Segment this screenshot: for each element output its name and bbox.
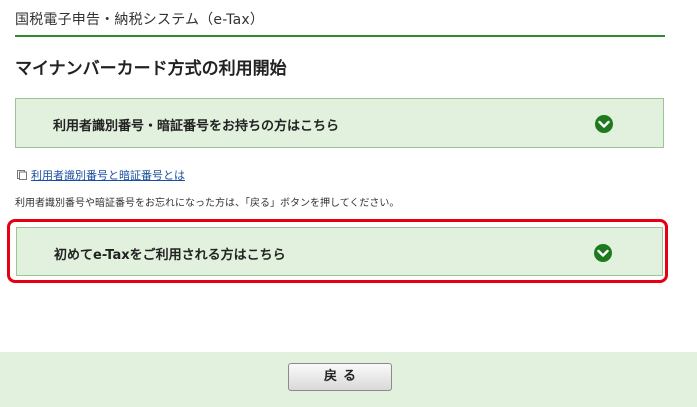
accordion-label: 利用者識別番号・暗証番号をお持ちの方はこちら bbox=[53, 119, 340, 134]
accordion-label: 初めてe-Taxをご利用される方はこちら bbox=[54, 248, 286, 263]
document-icon bbox=[17, 170, 27, 180]
help-link-row[interactable]: 利用者識別番号と暗証番号とは bbox=[17, 167, 185, 182]
help-link[interactable]: 利用者識別番号と暗証番号とは bbox=[31, 169, 185, 182]
chevron-down-circle-icon[interactable] bbox=[595, 115, 613, 133]
app-title: 国税電子申告・納税システム（e-Tax） bbox=[15, 12, 265, 28]
chevron-down-circle-icon[interactable] bbox=[594, 244, 612, 262]
accordion-first-time-user[interactable]: 初めてe-Taxをご利用される方はこちら bbox=[16, 227, 663, 276]
accordion-existing-user[interactable]: 利用者識別番号・暗証番号をお持ちの方はこちら bbox=[15, 98, 664, 148]
footer-bar: 戻る bbox=[0, 352, 697, 407]
back-button[interactable]: 戻る bbox=[288, 363, 392, 391]
page-title: マイナンバーカード方式の利用開始 bbox=[15, 59, 287, 79]
forgot-credentials-note: 利用者識別番号や暗証番号をお忘れになった方は、「戻る」ボタンを押してください。 bbox=[15, 198, 400, 209]
header-divider bbox=[15, 35, 665, 37]
